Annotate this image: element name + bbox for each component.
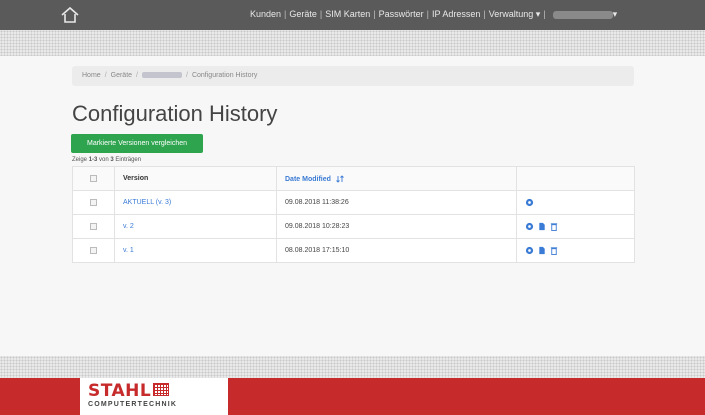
view-icon[interactable] xyxy=(525,222,534,231)
table-row: AKTUELL (v. 3) 09.08.2018 11:38:26 xyxy=(72,190,635,215)
row-checkbox[interactable] xyxy=(90,246,97,254)
version-link[interactable]: v. 1 xyxy=(123,247,134,254)
breadcrumb-device-redacted[interactable] xyxy=(142,72,182,79)
version-link[interactable]: v. 2 xyxy=(123,223,134,230)
page-title: Configuration History xyxy=(72,101,278,126)
user-menu-redacted[interactable] xyxy=(552,10,613,19)
view-icon[interactable] xyxy=(525,198,534,207)
date-modified-sort-link[interactable]: Date Modified xyxy=(285,175,331,182)
row-actions xyxy=(516,190,635,215)
trash-icon[interactable] xyxy=(550,246,558,255)
logo-grid-icon xyxy=(153,383,170,396)
row-actions xyxy=(516,214,635,239)
date-cell: 09.08.2018 11:38:26 xyxy=(276,190,517,215)
table-row: v. 2 09.08.2018 10:28:23 xyxy=(72,214,635,239)
home-icon[interactable] xyxy=(60,6,80,24)
table-header-row: Version Date Modified xyxy=(72,166,635,191)
breadcrumb: Home / Geräte / / Configuration History xyxy=(72,66,634,86)
nav-item-geraete[interactable]: Geräte xyxy=(289,9,317,19)
user-menu-caret[interactable]: ▾ xyxy=(613,9,618,19)
version-link[interactable]: AKTUELL (v. 3) xyxy=(123,199,171,206)
trash-icon[interactable] xyxy=(550,222,558,231)
row-checkbox[interactable] xyxy=(90,198,97,206)
top-navbar: Kunden | Geräte | SIM Karten | Passwörter | IP A… xyxy=(0,0,705,30)
pattern-band-top xyxy=(0,30,705,56)
nav-item-sim-karten[interactable]: SIM Karten xyxy=(325,9,370,19)
view-icon[interactable] xyxy=(525,246,534,255)
header-version: Version xyxy=(114,166,277,191)
compare-versions-button[interactable]: Markierte Versionen vergleichen xyxy=(71,134,203,153)
logo-subtitle: COMPUTERTECHNIK xyxy=(88,401,178,408)
header-date-modified[interactable]: Date Modified xyxy=(276,166,517,191)
nav-item-ip-adressen[interactable]: IP Adressen xyxy=(432,9,480,19)
pattern-band-bottom xyxy=(0,356,705,378)
header-actions xyxy=(516,166,635,191)
logo-wordmark: STAHL xyxy=(88,381,152,401)
result-count: Zeige 1-3 von 3 Einträgen xyxy=(72,157,142,163)
table-row: v. 1 08.08.2018 17:15:10 xyxy=(72,238,635,263)
history-table: Version Date Modified AKTUELL (v. 3) 09.… xyxy=(72,166,635,263)
row-checkbox[interactable] xyxy=(90,222,97,230)
main-content: Home / Geräte / / Configuration History Confi… xyxy=(0,56,705,356)
restore-icon[interactable] xyxy=(538,222,546,231)
sort-icon[interactable] xyxy=(336,174,344,183)
nav-item-passwoerter[interactable]: Passwörter xyxy=(379,9,424,19)
breadcrumb-geraete[interactable]: Geräte xyxy=(111,72,132,79)
date-cell: 09.08.2018 10:28:23 xyxy=(276,214,517,239)
row-actions xyxy=(516,238,635,263)
main-menu: Kunden | Geräte | SIM Karten | Passwörter | IP A… xyxy=(250,9,618,19)
nav-item-verwaltung[interactable]: Verwaltung ▾ xyxy=(489,9,541,19)
restore-icon[interactable] xyxy=(538,246,546,255)
header-select xyxy=(72,166,115,191)
nav-item-kunden[interactable]: Kunden xyxy=(250,9,281,19)
breadcrumb-current: Configuration History xyxy=(191,72,258,79)
select-all-checkbox[interactable] xyxy=(90,174,97,182)
company-logo[interactable]: STAHL COMPUTERTECHNIK xyxy=(80,378,228,415)
date-cell: 08.08.2018 17:15:10 xyxy=(276,238,517,263)
footer: STAHL COMPUTERTECHNIK xyxy=(0,378,705,415)
breadcrumb-home[interactable]: Home xyxy=(82,72,101,79)
